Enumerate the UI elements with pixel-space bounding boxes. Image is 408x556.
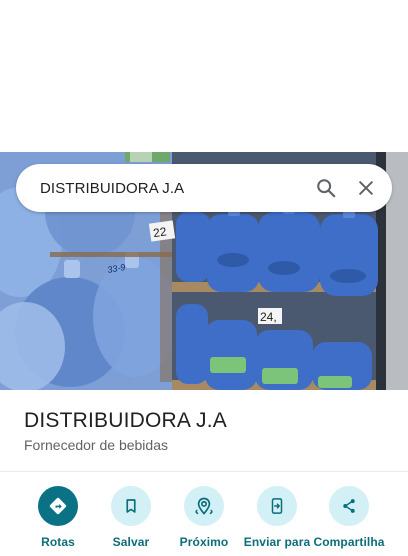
share-label: Compartilha xyxy=(313,535,385,549)
send-to-phone-button[interactable]: Enviar para xyxy=(240,486,314,556)
price-tag-22: 22 xyxy=(152,224,167,240)
search-query-text[interactable]: DISTRIBUIDORA J.A xyxy=(40,180,306,197)
share-icon xyxy=(329,486,369,526)
bookmark-icon xyxy=(111,486,151,526)
close-icon[interactable] xyxy=(346,168,386,208)
directions-label: Rotas xyxy=(41,535,75,549)
nearby-icon xyxy=(184,486,224,526)
share-button[interactable]: Compartilha xyxy=(312,486,386,556)
send-to-phone-label: Enviar para xyxy=(243,535,311,549)
price-tag-24: 24, xyxy=(260,310,277,324)
directions-icon xyxy=(38,486,78,526)
action-bar: Rotas Salvar Próximo Enviar para Compart… xyxy=(0,486,408,549)
search-icon[interactable] xyxy=(306,168,346,208)
place-category: Fornecedor de bebidas xyxy=(24,437,168,453)
search-bar[interactable]: DISTRIBUIDORA J.A xyxy=(16,164,392,212)
place-name: DISTRIBUIDORA J.A xyxy=(24,409,227,432)
save-label: Salvar xyxy=(112,535,150,549)
nearby-label: Próximo xyxy=(179,535,229,549)
nearby-button[interactable]: Próximo xyxy=(167,486,241,556)
send-to-phone-icon xyxy=(257,486,297,526)
save-button[interactable]: Salvar xyxy=(94,486,168,556)
directions-button[interactable]: Rotas xyxy=(21,486,95,556)
empty-map-area xyxy=(0,0,408,152)
divider xyxy=(0,471,408,472)
